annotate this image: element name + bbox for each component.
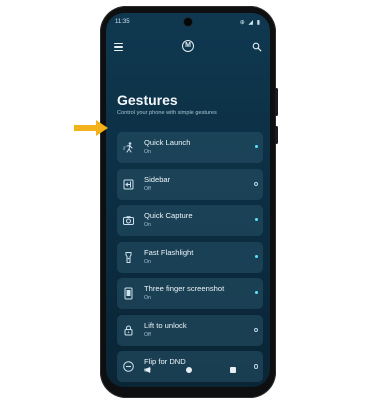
status-indicator-off: [253, 181, 258, 186]
status-indicator-on: [255, 291, 258, 294]
status-indicator-on: [255, 254, 258, 258]
gesture-item-sidebar[interactable]: Sidebar Off: [117, 168, 263, 200]
status-time: 11:35: [115, 19, 130, 25]
app-bar: M: [106, 39, 270, 57]
gesture-status: On: [144, 295, 151, 301]
power-button: [275, 126, 278, 144]
status-indicator-on: [255, 218, 258, 221]
gesture-label: Three finger screenshot: [144, 284, 225, 293]
gesture-label: Quick Capture: [144, 211, 193, 220]
camera-icon: [123, 216, 134, 225]
front-camera: [184, 18, 192, 26]
back-icon[interactable]: ◀: [144, 366, 150, 374]
gesture-item-lift-to-unlock[interactable]: Lift to unlock Off: [117, 314, 263, 346]
home-icon[interactable]: [186, 367, 192, 373]
gesture-list: Quick Launch On Sidebar Off Quick Captur…: [117, 132, 263, 387]
phone-screen: 11:35 ⊕ ◢ ▮ M Gestures Control your phon…: [106, 13, 270, 387]
gesture-item-quick-capture[interactable]: Quick Capture On: [117, 205, 263, 236]
gesture-item-quick-launch[interactable]: Quick Launch On: [117, 132, 263, 163]
motorola-logo: M: [182, 40, 194, 52]
gesture-status: Off: [144, 185, 151, 192]
screenshot-icon: [124, 287, 133, 300]
page-subtitle: Control your phone with simple gestures: [117, 110, 217, 116]
gesture-item-fast-flashlight[interactable]: Fast Flashlight On: [117, 241, 263, 273]
status-icons: ⊕ ◢ ▮: [239, 20, 261, 26]
gesture-status: On: [144, 149, 151, 155]
volume-button: [275, 88, 278, 116]
gesture-label: Quick Launch: [144, 138, 191, 147]
navigation-bar: ◀: [106, 364, 270, 378]
status-indicator-off: [253, 327, 258, 332]
pointer-arrow-icon: [74, 120, 108, 136]
gesture-item-three-finger-screenshot[interactable]: Three finger screenshot On: [117, 278, 263, 309]
gesture-status: On: [144, 258, 151, 265]
lock-icon: [124, 325, 133, 335]
search-icon[interactable]: [252, 42, 262, 52]
gesture-label: Sidebar: [144, 174, 171, 184]
quick-launch-icon: [123, 142, 133, 153]
menu-icon[interactable]: [114, 43, 123, 51]
status-indicator-on: [255, 145, 258, 148]
gesture-status: Off: [144, 331, 151, 338]
gesture-status: On: [144, 222, 151, 228]
gesture-label: Fast Flashlight: [144, 247, 194, 257]
page-title: Gestures: [117, 92, 178, 108]
flashlight-icon: [125, 251, 132, 263]
sidebar-icon: [123, 179, 134, 189]
gesture-label: Lift to unlock: [144, 320, 187, 330]
recents-icon[interactable]: [230, 367, 236, 373]
